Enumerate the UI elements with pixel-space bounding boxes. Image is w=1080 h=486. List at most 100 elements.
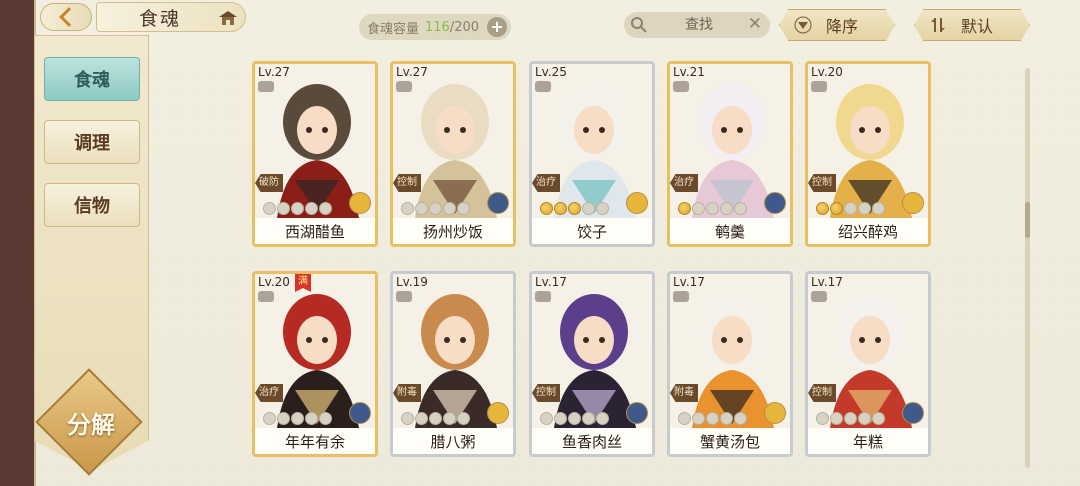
scrollbar-thumb[interactable] [1025, 202, 1030, 238]
card-name: 年年有余 [284, 432, 345, 451]
food-soul-card[interactable]: Lv.25 治疗 饺子 [529, 61, 655, 247]
home-icon[interactable] [219, 11, 237, 25]
card-name-bar: 鱼香肉丝 [532, 428, 652, 454]
card-role: 破防 [255, 174, 283, 192]
food-soul-card[interactable]: Lv.20 控制 绍兴醉鸡 [805, 61, 931, 247]
lock-icon [673, 291, 689, 302]
lock-icon [396, 291, 412, 302]
tab-conditioning[interactable]: 调理 [44, 120, 140, 164]
star-icon [277, 412, 290, 425]
star-icon [858, 202, 871, 215]
card-level: Lv.27 [258, 65, 290, 79]
lock-icon [811, 291, 827, 302]
decompose-label[interactable]: 分解 [55, 405, 127, 439]
star-icon [844, 202, 857, 215]
capacity-display: 食魂容量 116 /200 + [359, 14, 511, 40]
star-icon [291, 412, 304, 425]
food-soul-card[interactable]: Lv.27 破防西湖醋鱼 [252, 61, 378, 247]
add-capacity-button[interactable]: + [487, 17, 507, 37]
capacity-total: /200 [449, 19, 480, 35]
food-soul-card[interactable]: Lv.20 治疗 年年有余满 [252, 271, 378, 457]
card-name: 蟹黄汤包 [699, 432, 760, 451]
card-name-bar: 蟹黄汤包 [670, 428, 790, 454]
tab-food-souls[interactable]: 食魂 [44, 57, 140, 101]
card-name-bar: 鹌羹 [670, 218, 790, 244]
search-box[interactable]: ✕ [624, 12, 770, 38]
back-button[interactable] [40, 3, 92, 31]
card-stars [540, 412, 609, 425]
food-soul-card[interactable]: Lv.17 控制 年糕 [805, 271, 931, 457]
food-soul-card[interactable]: Lv.17 控制鱼香肉丝 [529, 271, 655, 457]
star-icon [554, 412, 567, 425]
card-level: Lv.20 [258, 275, 290, 289]
star-icon [830, 202, 843, 215]
card-level: Lv.27 [396, 65, 428, 79]
card-name: 西湖醋鱼 [284, 222, 345, 241]
element-icon [349, 192, 371, 214]
star-icon [734, 412, 747, 425]
element-icon [626, 192, 648, 214]
card-name: 绍兴醉鸡 [837, 222, 898, 241]
card-name-bar: 绍兴醉鸡 [808, 218, 928, 244]
element-icon [902, 402, 924, 424]
star-icon [872, 412, 885, 425]
lock-icon [535, 291, 551, 302]
card-name: 鹌羹 [714, 222, 745, 241]
element-icon [487, 192, 509, 214]
element-icon [764, 402, 786, 424]
star-icon [305, 202, 318, 215]
search-input[interactable] [654, 15, 744, 35]
star-icon [582, 202, 595, 215]
food-soul-card[interactable]: Lv.27 控制扬州炒饭 [390, 61, 516, 247]
card-role: 控制 [393, 174, 421, 192]
card-name-bar: 腊八粥 [393, 428, 513, 454]
star-icon [678, 412, 691, 425]
card-name-bar: 西湖醋鱼 [255, 218, 375, 244]
tab-conditioning-label: 调理 [74, 133, 110, 154]
tab-tokens-label: 信物 [74, 196, 110, 217]
sort-descending-button[interactable]: 降序 [779, 9, 895, 41]
card-level: Lv.17 [535, 275, 567, 289]
food-soul-card[interactable]: Lv.19 附毒 腊八粥 [390, 271, 516, 457]
star-icon [443, 202, 456, 215]
star-icon [596, 202, 609, 215]
clear-search-icon[interactable]: ✕ [748, 14, 762, 34]
element-icon [626, 402, 648, 424]
card-name-bar: 年年有余 [255, 428, 375, 454]
star-icon [706, 202, 719, 215]
card-role: 控制 [532, 384, 560, 402]
food-soul-card[interactable]: Lv.17 附毒 蟹黄汤包 [667, 271, 793, 457]
star-icon [692, 202, 705, 215]
card-name: 年糕 [852, 432, 883, 451]
star-icon [401, 202, 414, 215]
sort-default-button[interactable]: 默认 [914, 9, 1030, 41]
card-stars [540, 202, 609, 215]
triangle-down-icon [794, 16, 812, 34]
element-icon [349, 402, 371, 424]
back-arrow-icon [59, 7, 79, 27]
card-level: Lv.21 [673, 65, 705, 79]
card-name-bar: 饺子 [532, 218, 652, 244]
star-icon [568, 202, 581, 215]
tab-tokens[interactable]: 信物 [44, 183, 140, 227]
card-stars [401, 202, 470, 215]
sort-arrows-icon [931, 18, 945, 32]
star-icon [734, 202, 747, 215]
lock-icon [258, 81, 274, 92]
card-name: 扬州炒饭 [422, 222, 483, 241]
card-stars [816, 202, 885, 215]
food-soul-card[interactable]: Lv.21 治疗 鹌羹 [667, 61, 793, 247]
card-role: 附毒 [393, 384, 421, 402]
search-icon [631, 17, 647, 33]
star-icon [415, 202, 428, 215]
star-icon [720, 412, 733, 425]
sort-default-label: 默认 [961, 17, 994, 36]
star-icon [263, 412, 276, 425]
star-icon [816, 412, 829, 425]
star-icon [830, 412, 843, 425]
card-stars [263, 412, 332, 425]
card-stars [263, 202, 332, 215]
scrollbar[interactable] [1025, 68, 1030, 468]
card-name-bar: 年糕 [808, 428, 928, 454]
card-role: 附毒 [670, 384, 698, 402]
